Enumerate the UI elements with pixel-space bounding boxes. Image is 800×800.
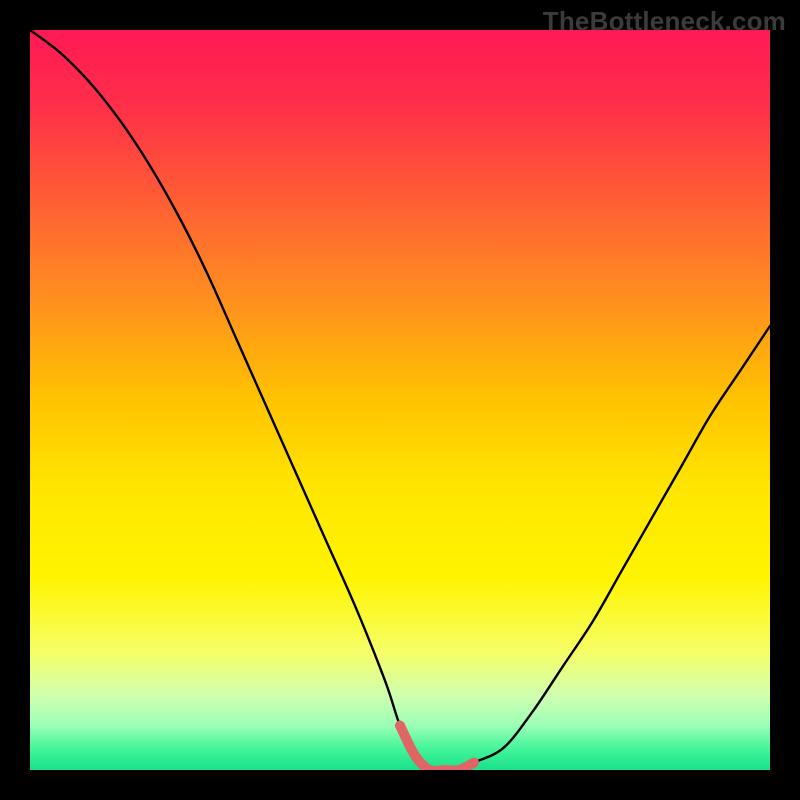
plot-area bbox=[30, 30, 770, 770]
gradient-background bbox=[30, 30, 770, 770]
highlight-dot-icon bbox=[469, 758, 479, 768]
watermark-text: TheBottleneck.com bbox=[543, 6, 786, 37]
highlight-dot-icon bbox=[395, 721, 405, 731]
chart-frame: TheBottleneck.com bbox=[0, 0, 800, 800]
chart-svg bbox=[30, 30, 770, 770]
